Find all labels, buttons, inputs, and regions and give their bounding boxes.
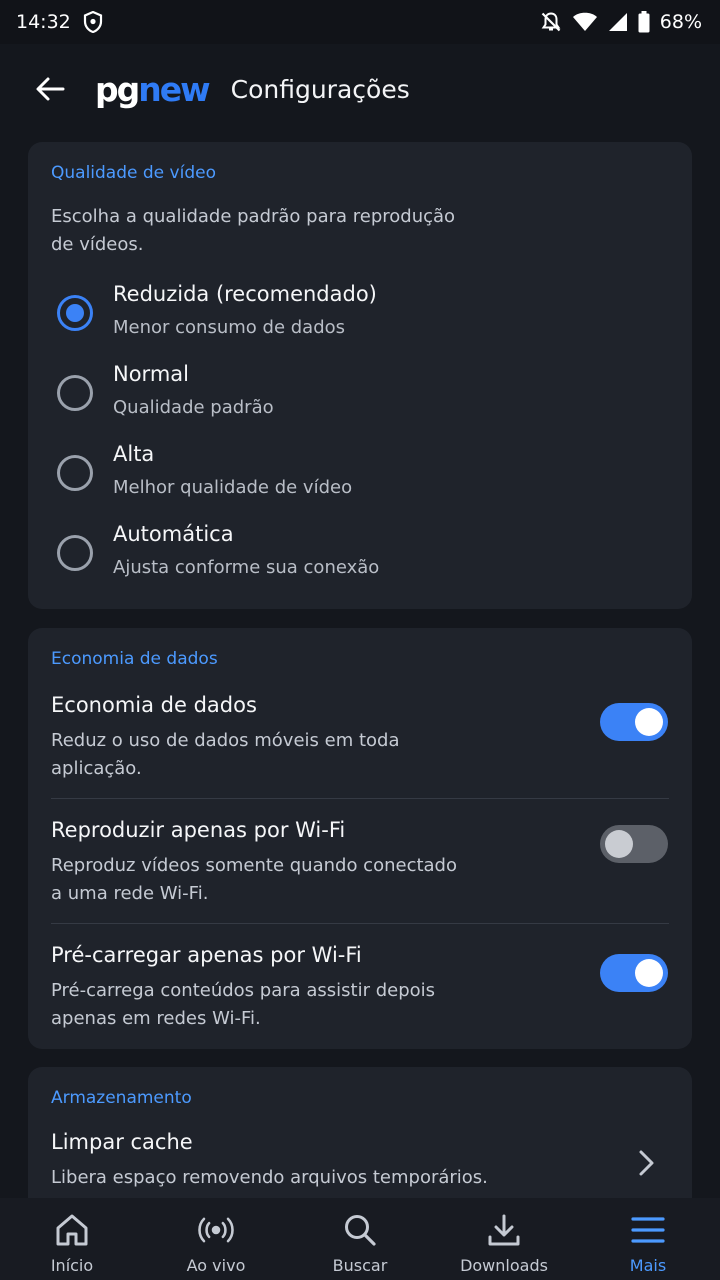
divider [51,923,669,924]
battery-percent: 68% [659,11,702,33]
radio-subtitle: Ajusta conforme sua conexão [113,557,380,578]
data-saving-card: Economia de dados Economia de dados Redu… [28,628,692,1049]
shield-icon [83,11,103,33]
radio-button-alta[interactable] [57,455,93,491]
radio-option-normal[interactable]: Normal Qualidade padrão [28,360,692,438]
divider [51,798,669,799]
video-quality-description: Escolha a qualidade padrão para reproduç… [51,206,456,255]
video-quality-card: Qualidade de vídeo Escolha a qualidade p… [28,142,692,609]
nav-label: Downloads [460,1256,548,1275]
radio-option-reduzida[interactable]: Reduzida (recomendado) Menor consumo de … [28,280,692,358]
nav-item-buscar[interactable]: Buscar [288,1198,432,1280]
status-bar: 14:32 68% [0,0,720,44]
home-icon [54,1212,90,1248]
setting-title: Limpar cache [51,1130,193,1154]
radio-subtitle: Melhor qualidade de vídeo [113,477,353,498]
battery-icon [638,11,650,33]
menu-icon [630,1212,666,1248]
nav-label: Buscar [332,1256,388,1275]
live-icon [198,1212,234,1248]
nav-item-downloads[interactable]: Downloads [432,1198,576,1280]
radio-subtitle: Menor consumo de dados [113,317,346,338]
chevron-right-icon [634,1148,658,1178]
radio-title: Alta [113,442,155,466]
app-bar: pgnew Configurações [0,44,720,134]
section-title-data-saving: Economia de dados [51,649,218,669]
toggle-knob [635,959,663,987]
toggle-knob [635,708,663,736]
nav-item-ao-vivo[interactable]: Ao vivo [144,1198,288,1280]
logo-new: new [138,69,210,109]
toggle-switch-economia[interactable] [600,703,668,741]
status-time: 14:32 [16,11,71,33]
radio-button-automatica[interactable] [57,535,93,571]
radio-subtitle: Qualidade padrão [113,397,274,418]
setting-subtitle: Libera espaço removendo arquivos temporá… [51,1167,488,1188]
radio-button-normal[interactable] [57,375,93,411]
storage-card: Armazenamento Limpar cache Libera espaço… [28,1067,692,1198]
setting-subtitle: Reduz o uso de dados móveis em toda apli… [51,730,400,779]
nav-label: Início [50,1256,94,1275]
wifi-icon [572,12,598,32]
radio-title: Automática [113,522,234,546]
nav-item-mais[interactable]: Mais [576,1198,720,1280]
setting-title: Reproduzir apenas por Wi-Fi [51,818,346,842]
setting-economia-de-dados[interactable]: Economia de dados Reduz o uso de dados m… [28,693,692,783]
download-icon [486,1212,522,1248]
radio-option-automatica[interactable]: Automática Ajusta conforme sua conexão [28,520,692,598]
setting-title: Economia de dados [51,693,257,717]
toggle-switch-reproduzir-wifi[interactable] [600,825,668,863]
setting-subtitle: Reproduz vídeos somente quando conectado… [51,855,457,904]
radio-title: Normal [113,362,189,386]
setting-precarregar-wifi[interactable]: Pré-carregar apenas por Wi-Fi Pré-carreg… [28,943,692,1033]
notifications-off-icon [540,11,562,33]
app-logo[interactable]: pgnew [95,69,211,109]
status-left: 14:32 [16,11,103,33]
radio-title: Reduzida (recomendado) [113,282,377,306]
nav-label: Mais [629,1256,667,1275]
nav-label: Ao vivo [186,1256,246,1275]
setting-reproduzir-wifi[interactable]: Reproduzir apenas por Wi-Fi Reproduz víd… [28,818,692,908]
toggle-switch-precarregar[interactable] [600,954,668,992]
arrow-back-icon[interactable] [34,73,66,105]
radio-button-reduzida[interactable] [57,295,93,331]
logo-pg: pg [95,69,140,109]
setting-limpar-cache[interactable]: Limpar cache Libera espaço removendo arq… [28,1130,692,1198]
section-title-video-quality: Qualidade de vídeo [51,163,216,183]
search-icon [342,1212,378,1248]
toggle-knob [605,830,633,858]
settings-content[interactable]: Qualidade de vídeo Escolha a qualidade p… [0,134,720,1198]
radio-option-alta[interactable]: Alta Melhor qualidade de vídeo [28,440,692,518]
page-title: Configurações [230,74,410,104]
nav-item-inicio[interactable]: Início [0,1198,144,1280]
status-right: 68% [540,11,702,33]
signal-icon [608,12,628,32]
section-title-storage: Armazenamento [51,1088,192,1108]
setting-title: Pré-carregar apenas por Wi-Fi [51,943,362,967]
setting-subtitle: Pré-carrega conteúdos para assistir depo… [51,980,436,1029]
bottom-navigation: Início Ao vivo Buscar Downloads Mais [0,1198,720,1280]
